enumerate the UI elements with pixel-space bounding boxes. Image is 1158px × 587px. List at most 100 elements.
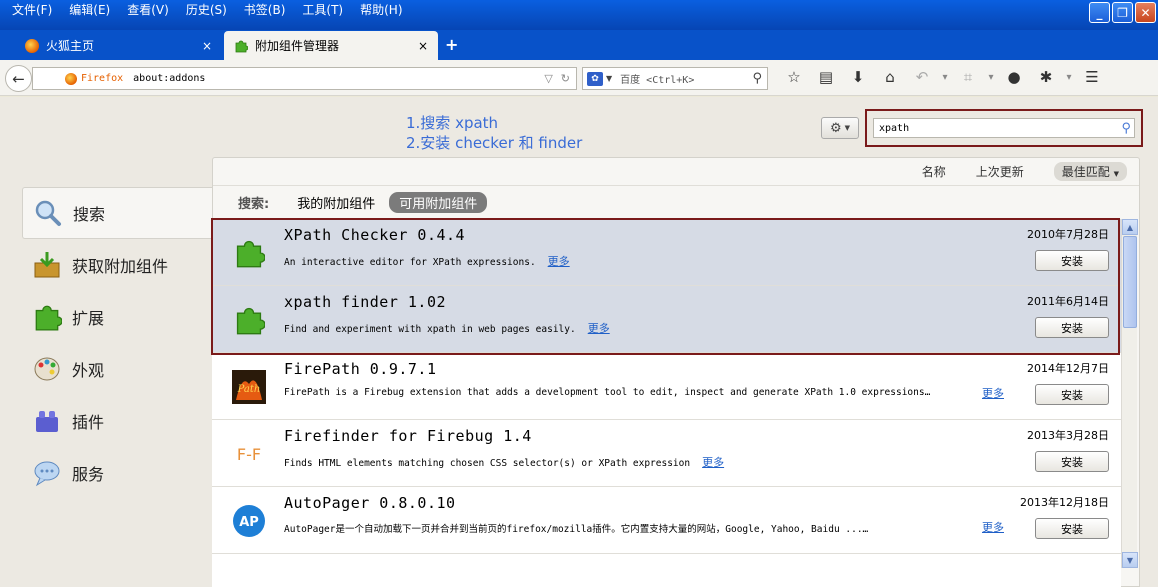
sort-by-last-updated[interactable]: 上次更新 xyxy=(976,163,1024,180)
category-plugins[interactable]: 插件 xyxy=(22,395,212,447)
category-appearance[interactable]: 外观 xyxy=(22,343,212,395)
result-row-firepath[interactable]: Path FirePath 0.9.7.1 FirePath is a Fire… xyxy=(212,353,1121,420)
scroll-thumb[interactable] xyxy=(1123,236,1137,328)
hamburger-menu-icon[interactable]: ☰ xyxy=(1076,68,1108,86)
download-box-icon xyxy=(32,250,62,280)
search-icon[interactable]: ⚲ xyxy=(752,71,762,86)
puzzle-icon xyxy=(32,302,62,332)
chevron-down-icon: ▼ xyxy=(844,124,851,132)
addon-description: AutoPager是一个自动加载下一页并合并到当前页的firefox/mozil… xyxy=(284,524,869,535)
crop-icon[interactable]: ⌗ xyxy=(952,68,984,86)
category-nav: 搜索 获取附加组件 扩展 外观 插件 服务 xyxy=(22,187,212,499)
autopager-logo-icon: AP xyxy=(232,504,266,538)
sort-bar: 名称 上次更新 最佳匹配 ▼ xyxy=(213,158,1139,186)
firebug-dropdown-icon[interactable]: ▾ xyxy=(1062,72,1076,83)
filter-label: 搜索: xyxy=(238,197,270,212)
tools-gear-button[interactable]: ⚙ ▼ xyxy=(821,117,859,139)
filter-my-addons[interactable]: 我的附加组件 xyxy=(297,193,375,212)
reading-list-icon[interactable]: ▤ xyxy=(810,68,842,86)
baidu-paw-icon[interactable]: ✿ xyxy=(587,71,603,86)
more-link[interactable]: 更多 xyxy=(702,456,724,469)
more-link[interactable]: 更多 xyxy=(588,322,610,335)
filter-bar: 搜索: 我的附加组件 可用附加组件 xyxy=(238,192,488,213)
svg-text:AP: AP xyxy=(239,515,259,530)
category-get-addons[interactable]: 获取附加组件 xyxy=(22,239,212,291)
install-button[interactable]: 安装 xyxy=(1035,384,1109,405)
sort-by-name[interactable]: 名称 xyxy=(922,163,946,180)
scroll-down-icon[interactable]: ▼ xyxy=(1122,552,1138,568)
restore-button[interactable]: ❐ xyxy=(1112,2,1133,23)
tab-addons-manager[interactable]: 附加组件管理器 × xyxy=(224,31,438,60)
firebug-icon[interactable]: ✱ xyxy=(1030,68,1062,86)
tab-close-icon[interactable]: × xyxy=(202,39,212,53)
result-row-firefinder[interactable]: F-F Firefinder for Firebug 1.4 Finds HTM… xyxy=(212,420,1121,487)
addon-name: Firefinder for Firebug 1.4 xyxy=(284,427,532,445)
result-row-autopager[interactable]: AP AutoPager 0.8.0.10 AutoPager是一个自动加载下一… xyxy=(212,487,1121,554)
addon-description: Find and experiment with xpath in web pa… xyxy=(284,320,610,336)
dropdown-arrow-icon[interactable]: ▽ xyxy=(544,72,552,85)
category-search[interactable]: 搜索 xyxy=(22,187,212,239)
bookmark-star-icon[interactable]: ☆ xyxy=(778,68,810,86)
menu-tools[interactable]: 工具(T) xyxy=(296,2,349,18)
crop-dropdown-icon[interactable]: ▾ xyxy=(984,72,998,83)
home-icon[interactable]: ⌂ xyxy=(874,68,906,86)
more-link[interactable]: 更多 xyxy=(548,255,570,268)
menu-history[interactable]: 历史(S) xyxy=(180,2,233,18)
result-row-xpath-finder[interactable]: xpath finder 1.02 Find and experiment wi… xyxy=(212,286,1121,353)
puzzle-icon xyxy=(235,40,248,52)
menu-edit[interactable]: 编辑(E) xyxy=(63,2,116,18)
annotation-line-2: 2.安装 checker 和 finder xyxy=(406,134,583,152)
addon-desc-text: Find and experiment with xpath in web pa… xyxy=(284,324,576,335)
menu-view[interactable]: 查看(V) xyxy=(121,2,175,18)
search-highlight-frame: xpath ⚲ xyxy=(865,109,1143,147)
install-button[interactable]: 安装 xyxy=(1035,317,1109,338)
firefox-logo-icon xyxy=(25,38,39,53)
category-label: 插件 xyxy=(72,413,105,432)
web-search-box[interactable]: ✿ ▼ 百度 <Ctrl+K> ⚲ xyxy=(582,67,768,90)
gear-icon: ⚙ xyxy=(829,120,842,136)
url-bar[interactable]: Firefox about:addons ▽ ↻ xyxy=(32,67,577,90)
addon-date: 2011年6月14日 xyxy=(1027,295,1109,308)
navigation-bar: Firefox about:addons ▽ ↻ ← ✿ ▼ 百度 <Ctrl+… xyxy=(0,60,1158,96)
addon-desc-text: Finds HTML elements matching chosen CSS … xyxy=(284,458,691,469)
download-icon[interactable]: ⬇ xyxy=(842,68,874,86)
addon-name: FirePath 0.9.7.1 xyxy=(284,360,437,378)
category-services[interactable]: 服务 xyxy=(22,447,212,499)
search-icon[interactable]: ⚲ xyxy=(1121,121,1131,136)
category-label: 服务 xyxy=(72,465,105,484)
addon-search-value[interactable]: xpath xyxy=(879,123,909,134)
reload-icon[interactable]: ↻ xyxy=(561,72,570,85)
install-button[interactable]: 安装 xyxy=(1035,451,1109,472)
sort-by-best-match[interactable]: 最佳匹配 ▼ xyxy=(1053,162,1127,181)
install-button[interactable]: 安装 xyxy=(1035,518,1109,539)
more-link[interactable]: 更多 xyxy=(982,519,1004,535)
undo-icon[interactable]: ↶ xyxy=(906,68,938,86)
category-label: 扩展 xyxy=(72,309,105,328)
install-button[interactable]: 安装 xyxy=(1035,250,1109,271)
category-extensions[interactable]: 扩展 xyxy=(22,291,212,343)
close-window-button[interactable]: ✕ xyxy=(1135,2,1156,23)
scroll-up-icon[interactable]: ▲ xyxy=(1122,219,1138,235)
filter-available-addons[interactable]: 可用附加组件 xyxy=(389,192,488,213)
tab-close-icon[interactable]: × xyxy=(418,39,428,53)
results-scrollbar[interactable]: ▲ ▼ xyxy=(1121,219,1138,568)
engine-dropdown-icon[interactable]: ▼ xyxy=(606,74,612,83)
url-text[interactable]: about:addons xyxy=(133,73,205,84)
addon-search-input[interactable]: xpath ⚲ xyxy=(873,118,1135,138)
chat-bubble-icon[interactable]: ● xyxy=(998,68,1030,86)
menu-bookmarks[interactable]: 书签(B) xyxy=(238,2,292,18)
addon-name: xpath finder 1.02 xyxy=(284,293,447,311)
more-link[interactable]: 更多 xyxy=(982,385,1004,401)
firepath-logo-icon: Path xyxy=(232,370,266,404)
undo-dropdown-icon[interactable]: ▾ xyxy=(938,72,952,83)
tab-firefox-home[interactable]: 火狐主页 × xyxy=(15,31,222,60)
new-tab-button[interactable]: + xyxy=(445,35,458,54)
menu-file[interactable]: 文件(F) xyxy=(6,2,58,18)
result-row-xpath-checker[interactable]: XPath Checker 0.4.4 An interactive edito… xyxy=(212,219,1121,286)
minimize-button[interactable]: _ xyxy=(1089,2,1110,23)
puzzle-icon xyxy=(232,303,266,337)
back-button[interactable]: ← xyxy=(5,65,32,92)
menu-help[interactable]: 帮助(H) xyxy=(354,2,408,18)
lego-brick-icon xyxy=(32,406,62,436)
menu-bar: 文件(F) 编辑(E) 查看(V) 历史(S) 书签(B) 工具(T) 帮助(H… xyxy=(6,2,414,18)
